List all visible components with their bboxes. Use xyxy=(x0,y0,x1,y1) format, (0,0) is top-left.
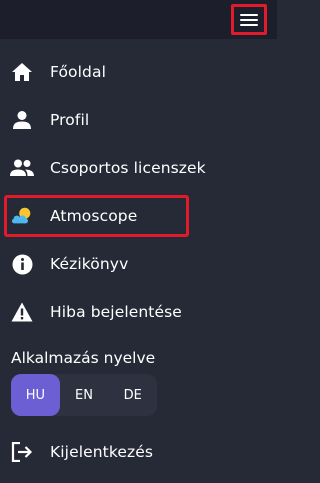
language-option-de[interactable]: DE xyxy=(108,374,157,416)
group-icon xyxy=(10,156,34,180)
user-icon xyxy=(10,108,34,132)
nav-item-manual[interactable]: Kézikönyv xyxy=(0,244,277,284)
nav-item-label: Hiba bejelentése xyxy=(50,303,182,321)
logout-icon xyxy=(10,440,34,464)
nav-item-group-licenses[interactable]: Csoportos licenszek xyxy=(0,148,277,188)
info-icon xyxy=(10,252,34,276)
nav-item-label: Kézikönyv xyxy=(50,255,129,273)
language-title: Alkalmazás nyelve xyxy=(11,349,156,367)
language-option-en[interactable]: EN xyxy=(60,374,109,416)
nav-item-profile[interactable]: Profil xyxy=(0,100,277,140)
nav-item-atmoscope[interactable]: Atmoscope xyxy=(0,196,277,236)
warning-icon xyxy=(10,300,34,324)
nav-item-label: Főoldal xyxy=(50,63,106,81)
home-icon xyxy=(10,60,34,84)
nav-item-label: Atmoscope xyxy=(50,207,138,225)
weather-icon xyxy=(10,204,34,228)
top-bar xyxy=(0,0,277,39)
logout-button[interactable]: Kijelentkezés xyxy=(0,432,277,472)
hamburger-icon-line-2 xyxy=(240,18,258,21)
hamburger-icon xyxy=(240,13,258,16)
menu-button[interactable] xyxy=(231,4,267,35)
nav-item-label: Profil xyxy=(50,111,90,129)
language-option-hu[interactable]: HU xyxy=(11,374,60,416)
nav-item-home[interactable]: Főoldal xyxy=(0,52,277,92)
logout-label: Kijelentkezés xyxy=(50,443,154,461)
nav-item-label: Csoportos licenszek xyxy=(50,159,206,177)
language-selector: HU EN DE xyxy=(11,374,157,416)
hamburger-icon-line-3 xyxy=(240,23,258,26)
nav-item-report-bug[interactable]: Hiba bejelentése xyxy=(0,292,277,332)
